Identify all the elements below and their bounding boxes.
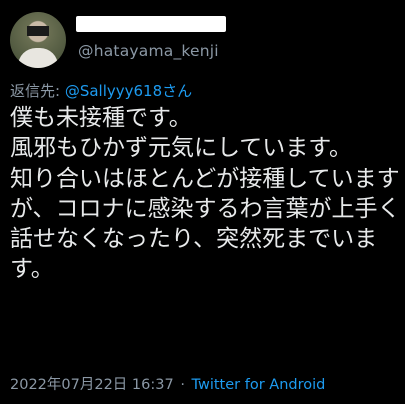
meta-separator: · — [180, 377, 185, 393]
username[interactable]: @hatayama_kenji — [78, 42, 219, 60]
tweet-text: 僕も未接種です。 風邪もひかず元気にしています。 知り合いはほとんどが接種してい… — [10, 105, 401, 283]
redacted-display-name — [76, 16, 226, 32]
source-link[interactable]: Twitter for Android — [192, 377, 326, 393]
reply-to-line: 返信先: @Sallyyy618さん — [10, 80, 192, 101]
tweet: @hatayama_kenji 返信先: @Sallyyy618さん 僕も未接種… — [0, 0, 405, 404]
avatar-mask — [27, 26, 49, 36]
avatar[interactable] — [10, 12, 66, 68]
avatar-shirt — [18, 48, 58, 68]
tweet-meta: 2022年07月22日 16:37 · Twitter for Android — [10, 373, 325, 394]
reply-mention-link[interactable]: @Sallyyy618さん — [65, 82, 192, 100]
timestamp[interactable]: 2022年07月22日 16:37 — [10, 377, 174, 393]
display-name[interactable] — [76, 14, 236, 34]
tweet-header: @hatayama_kenji — [10, 10, 400, 70]
reply-prefix: 返信先: — [10, 82, 65, 100]
